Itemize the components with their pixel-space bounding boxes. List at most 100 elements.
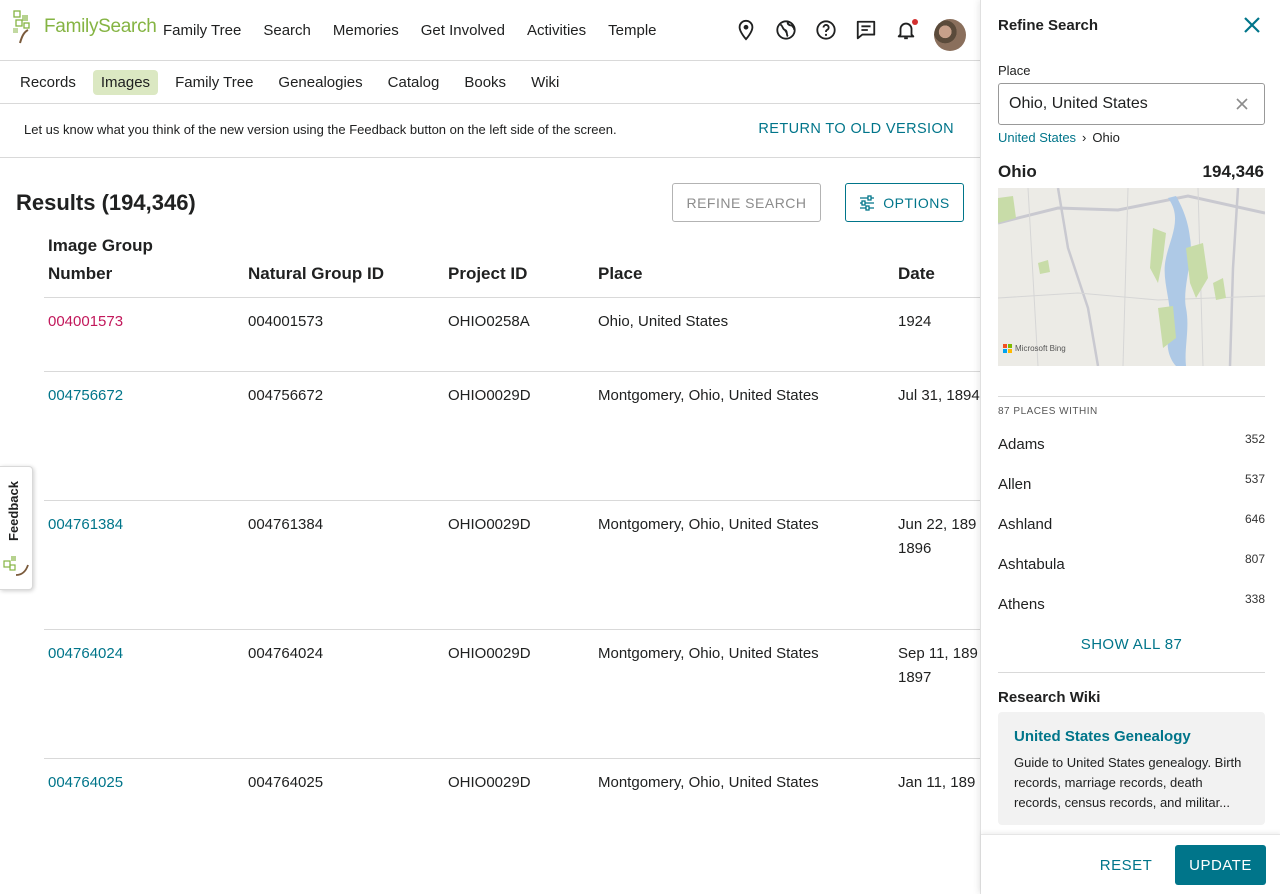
col-image-group-number: Image Group Number — [48, 236, 153, 283]
table-header: Image Group Number Natural Group ID Proj… — [44, 232, 980, 298]
nav-get-involved[interactable]: Get Involved — [421, 22, 505, 39]
return-to-old-version-link[interactable]: RETURN TO OLD VERSION — [758, 121, 954, 137]
panel-footer: RESET UPDATE — [981, 834, 1280, 894]
options-button[interactable]: OPTIONS — [845, 183, 964, 222]
place: Montgomery, Ohio, United States — [598, 774, 819, 791]
show-all-places-button[interactable]: SHOW ALL 87 — [998, 636, 1265, 653]
project-id: OHIO0029D — [448, 645, 531, 662]
header-icons — [734, 18, 934, 42]
microsoft-logo-icon — [1003, 344, 1012, 353]
globe-icon[interactable] — [774, 18, 798, 42]
image-group-link[interactable]: 004756672 — [48, 384, 123, 408]
col-project-id: Project ID — [448, 264, 528, 283]
place: Ohio, United States — [598, 313, 729, 330]
county-item-athens[interactable]: Athens 338 — [998, 588, 1265, 628]
wiki-card[interactable]: United States Genealogy Guide to United … — [998, 712, 1265, 825]
close-icon[interactable] — [1242, 15, 1262, 35]
map-brand: Microsoft Bing — [1003, 344, 1066, 353]
nav-search[interactable]: Search — [263, 22, 311, 39]
selected-place-count: 194,346 — [1202, 162, 1264, 181]
banner-text: Let us know what you think of the new ve… — [24, 122, 617, 137]
subnav-books[interactable]: Books — [456, 70, 514, 95]
sliders-icon — [860, 194, 875, 211]
update-button[interactable]: UPDATE — [1175, 845, 1266, 885]
county-count: 352 — [1244, 432, 1265, 446]
place: Montgomery, Ohio, United States — [598, 387, 819, 404]
reset-button[interactable]: RESET — [1091, 845, 1161, 885]
county-item-ashland[interactable]: Ashland 646 — [998, 508, 1265, 548]
breadcrumb-separator: › — [1082, 130, 1087, 145]
table-row: 004761384 004761384 OHIO0029D Montgomery… — [44, 501, 980, 630]
natural-group-id: 004761384 — [248, 516, 324, 533]
divider — [998, 672, 1265, 673]
table-row: 004001573 004001573 OHIO0258A Ohio, Unit… — [44, 298, 980, 372]
subnav-catalog[interactable]: Catalog — [380, 70, 448, 95]
subnav-images[interactable]: Images — [92, 69, 159, 95]
refine-search-button[interactable]: REFINE SEARCH — [672, 183, 821, 222]
image-group-link[interactable]: 004764024 — [48, 642, 123, 666]
county-count: 646 — [1244, 512, 1265, 526]
date: Jan 11, 189 — [898, 774, 976, 791]
nav-activities[interactable]: Activities — [527, 22, 586, 39]
notifications-icon[interactable] — [894, 18, 918, 42]
subnav-family-tree[interactable]: Family Tree — [167, 70, 261, 95]
logo-text: FamilySearch — [44, 16, 157, 37]
date: Jul 31, 1894 — [898, 387, 980, 404]
panel-title: Refine Search — [998, 17, 1099, 34]
county-name: Allen — [998, 476, 1032, 493]
breadcrumb-current: Ohio — [1092, 130, 1120, 145]
location-pin-icon[interactable] — [734, 18, 758, 42]
image-group-link[interactable]: 004001573 — [48, 310, 123, 334]
messages-icon[interactable] — [854, 18, 878, 42]
subnav-records[interactable]: Records — [12, 70, 84, 95]
selected-place-name: Ohio — [998, 162, 1037, 181]
place-map[interactable]: Microsoft Bing — [998, 188, 1265, 366]
table-row: 004764025 004764025 OHIO0029D Montgomery… — [44, 759, 980, 888]
clear-icon[interactable] — [1234, 96, 1250, 112]
table-row: 004764024 004764024 OHIO0029D Montgomery… — [44, 630, 980, 759]
county-item-adams[interactable]: Adams 352 — [998, 428, 1265, 468]
project-id: OHIO0029D — [448, 774, 531, 791]
subnav-genealogies[interactable]: Genealogies — [270, 70, 370, 95]
county-item-allen[interactable]: Allen 537 — [998, 468, 1265, 508]
nav-temple[interactable]: Temple — [608, 22, 656, 39]
date: 1924 — [898, 313, 932, 330]
user-avatar[interactable] — [934, 19, 966, 51]
date-end: 1896 — [898, 540, 932, 557]
county-count: 807 — [1244, 552, 1265, 566]
refine-search-panel: Refine Search Place United States › Ohio… — [980, 0, 1280, 894]
familysearch-logo[interactable]: FamilySearch — [12, 10, 157, 44]
project-id: OHIO0029D — [448, 516, 531, 533]
col-date: Date — [898, 264, 935, 283]
map-brand-text: Microsoft Bing — [1015, 344, 1066, 353]
map-graphic — [998, 188, 1265, 366]
image-group-link[interactable]: 004764025 — [48, 771, 123, 795]
place-input[interactable] — [998, 83, 1265, 125]
county-item-ashtabula[interactable]: Ashtabula 807 — [998, 548, 1265, 588]
county-count: 338 — [1244, 592, 1265, 606]
project-id: OHIO0258A — [448, 313, 530, 330]
col-place: Place — [598, 264, 643, 283]
county-name: Adams — [998, 436, 1045, 453]
date: Jun 22, 189 — [898, 516, 977, 533]
natural-group-id: 004001573 — [248, 313, 324, 330]
nav-memories[interactable]: Memories — [333, 22, 399, 39]
feedback-tab[interactable]: Feedback — [0, 466, 33, 590]
nav-family-tree[interactable]: Family Tree — [163, 22, 241, 39]
image-group-link[interactable]: 004761384 — [48, 513, 123, 537]
natural-group-id: 004764025 — [248, 774, 324, 791]
top-header: FamilySearch Family Tree Search Memories… — [0, 0, 980, 61]
wiki-card-title[interactable]: United States Genealogy — [1014, 728, 1249, 745]
breadcrumb-united-states[interactable]: United States — [998, 130, 1076, 145]
col-natural-group-id: Natural Group ID — [248, 264, 385, 283]
county-name: Athens — [998, 596, 1045, 613]
place-label: Place — [998, 63, 1031, 78]
feedback-tree-icon — [3, 556, 29, 576]
date: Sep 11, 189 — [898, 645, 978, 662]
place: Montgomery, Ohio, United States — [598, 645, 819, 662]
main-nav: Family Tree Search Memories Get Involved… — [163, 0, 679, 61]
subnav-wiki[interactable]: Wiki — [523, 70, 567, 95]
divider — [998, 396, 1265, 397]
help-icon[interactable] — [814, 18, 838, 42]
wiki-card-body: Guide to United States genealogy. Birth … — [1014, 755, 1242, 810]
